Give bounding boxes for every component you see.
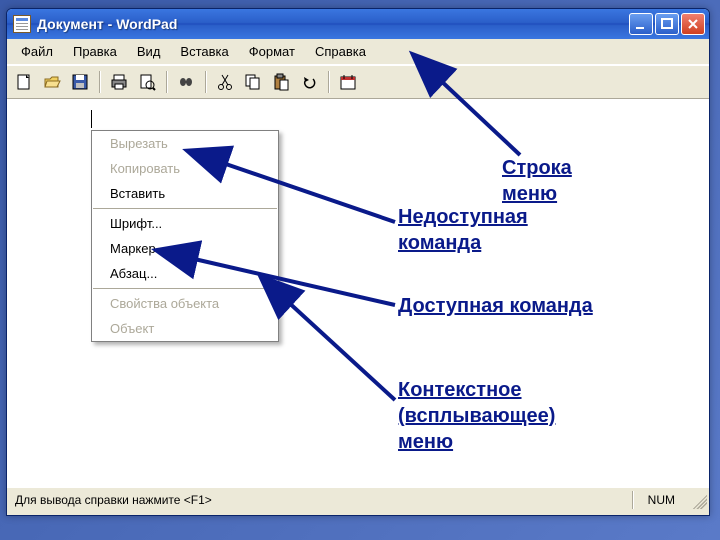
cm-font[interactable]: Шрифт... [92, 211, 278, 236]
cm-copy: Копировать [92, 156, 278, 181]
status-help: Для вывода справки нажмите <F1> [7, 491, 633, 509]
cm-bullet[interactable]: Маркер [92, 236, 278, 261]
titlebar: Документ - WordPad [7, 9, 709, 39]
toolbar-separator [205, 71, 206, 93]
save-icon[interactable] [69, 71, 91, 93]
menubar: Файл Правка Вид Вставка Формат Справка [7, 39, 709, 65]
status-num: NUM [633, 491, 689, 509]
print-icon[interactable] [108, 71, 130, 93]
cm-object: Объект [92, 316, 278, 341]
cm-obj-props: Свойства объекта [92, 291, 278, 316]
menu-help[interactable]: Справка [305, 41, 376, 62]
datetime-icon[interactable] [337, 71, 359, 93]
app-icon [13, 15, 31, 33]
cm-cut: Вырезать [92, 131, 278, 156]
text-cursor [91, 110, 92, 128]
window-title: Документ - WordPad [37, 16, 629, 32]
window-buttons [629, 13, 705, 35]
resize-grip[interactable] [689, 491, 707, 509]
menu-view[interactable]: Вид [127, 41, 171, 62]
annotation-enabled-cmd: Доступная команда [398, 293, 593, 319]
context-menu: Вырезать Копировать Вставить Шрифт... Ма… [91, 130, 279, 342]
undo-icon[interactable] [298, 71, 320, 93]
toolbar-separator [99, 71, 100, 93]
menu-edit[interactable]: Правка [63, 41, 127, 62]
copy-icon[interactable] [242, 71, 264, 93]
annotation-menubar: Строка меню [502, 155, 572, 207]
cm-separator [93, 288, 277, 289]
toolbar [7, 65, 709, 99]
app-window: Документ - WordPad Файл Правка Вид Встав… [6, 8, 710, 516]
open-icon[interactable] [41, 71, 63, 93]
print-preview-icon[interactable] [136, 71, 158, 93]
close-button[interactable] [681, 13, 705, 35]
maximize-button[interactable] [655, 13, 679, 35]
cm-paste[interactable]: Вставить [92, 181, 278, 206]
cm-paragraph[interactable]: Абзац... [92, 261, 278, 286]
menu-format[interactable]: Формат [239, 41, 305, 62]
paste-icon[interactable] [270, 71, 292, 93]
annotation-disabled-cmd: Недоступная команда [398, 204, 528, 256]
cut-icon[interactable] [214, 71, 236, 93]
document-area[interactable]: Вырезать Копировать Вставить Шрифт... Ма… [7, 99, 709, 487]
new-icon[interactable] [13, 71, 35, 93]
toolbar-separator [328, 71, 329, 93]
annotation-context-menu: Контекстное (всплывающее) меню [398, 377, 555, 455]
statusbar: Для вывода справки нажмите <F1> NUM [7, 487, 709, 511]
minimize-button[interactable] [629, 13, 653, 35]
menu-file[interactable]: Файл [11, 41, 63, 62]
find-icon[interactable] [175, 71, 197, 93]
toolbar-separator [166, 71, 167, 93]
menu-insert[interactable]: Вставка [170, 41, 238, 62]
cm-separator [93, 208, 277, 209]
